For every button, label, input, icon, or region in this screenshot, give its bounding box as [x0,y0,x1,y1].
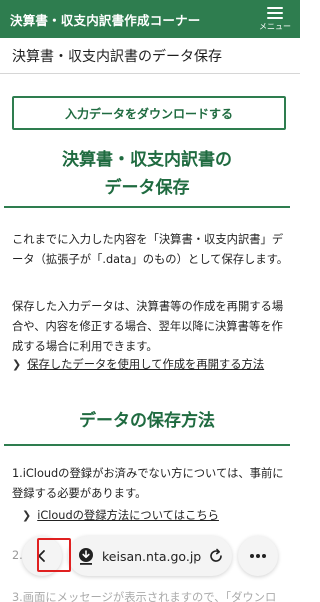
section-heading: 決算書・収支内訳書の データ保存 [4,146,290,208]
menu-label: メニュー [259,21,291,31]
download-icon[interactable] [76,546,96,566]
address-bar[interactable]: keisan.nta.go.jp [68,536,232,576]
icloud-link-text[interactable]: iCloudの登録方法についてはこちら [37,506,219,526]
description-paragraph-2: 保存した入力データは、決算書等の作成を再開する場合や、内容を修正する場合、翌年以… [12,300,284,353]
download-highlight-box [37,538,71,572]
chevron-right-icon: ❯ [22,509,32,522]
resume-link-text[interactable]: 保存したデータを使用して作成を再開する方法 [27,355,264,375]
menu-button[interactable]: メニュー [258,6,292,32]
site-header: 決算書・収支内訳書作成コーナー メニュー [0,0,300,38]
site-title[interactable]: 決算書・収支内訳書作成コーナー [10,10,201,29]
step-3: 3.画面にメッセージが表示されますので、「ダウンロ [12,591,277,602]
section-heading-line2: データ保存 [104,178,190,198]
chevron-right-icon: ❯ [12,358,22,371]
page-title: 決算書・収支内訳書のデータ保存 [12,48,222,65]
download-data-button[interactable]: 入力データをダウンロードする [12,96,286,130]
description-paragraph-1: これまでに入力した内容を「決算書・収支内訳書」データ（拡張子が「.data」のも… [12,233,289,266]
page-header: 決算書・収支内訳書のデータ保存 [0,38,300,74]
step-1: 1.iCloudの登録がお済みでない方については、事前に登録する必要があります。 [12,467,284,500]
resume-link[interactable]: ❯ 保存したデータを使用して作成を再開する方法 [12,355,264,375]
more-icon [250,554,266,558]
save-method-heading: データの保存方法 [4,406,290,446]
section-heading-line1: 決算書・収支内訳書の [62,150,232,170]
more-button[interactable] [238,536,278,576]
icloud-link[interactable]: ❯ iCloudの登録方法についてはこちら [22,506,219,526]
hamburger-icon [267,6,283,19]
reload-icon[interactable] [208,548,224,564]
url-text[interactable]: keisan.nta.go.jp [102,549,208,564]
